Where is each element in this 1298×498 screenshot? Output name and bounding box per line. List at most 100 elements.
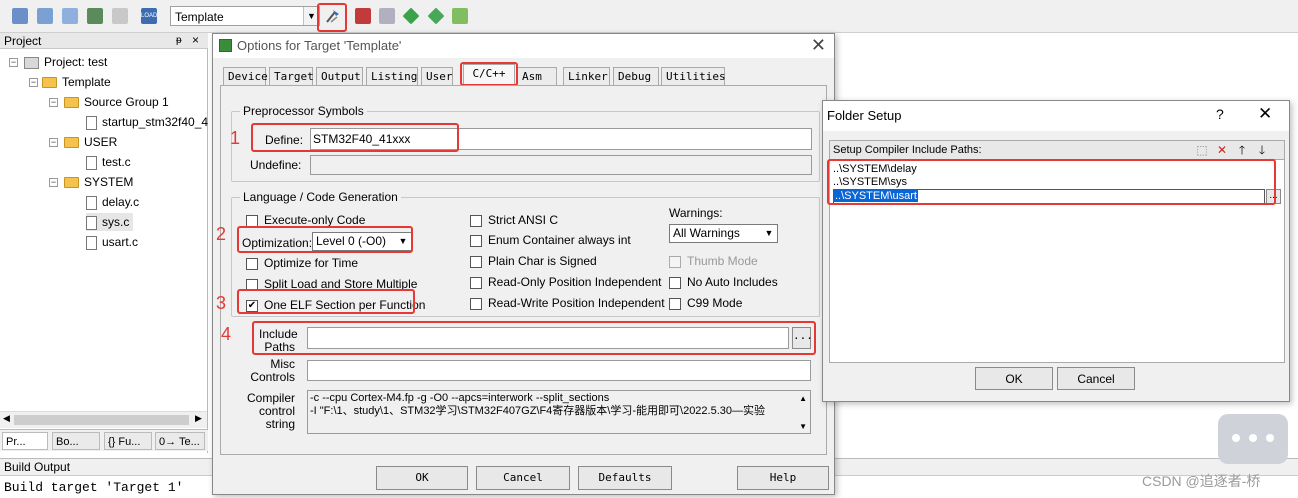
tree-label: Project: test	[44, 55, 108, 69]
optimization-select[interactable]: Level 0 (-O0) ▼	[312, 232, 412, 251]
optimize-time-checkbox[interactable]	[246, 258, 258, 270]
manage-components-icon[interactable]	[355, 8, 371, 24]
move-up-icon[interactable]: 🡑	[1234, 143, 1250, 158]
download-icon[interactable]: LOAD	[141, 8, 157, 24]
rebuild-icon[interactable]	[62, 8, 78, 24]
compiler-control-string: -c --cpu Cortex-M4.fp -g -O0 --apcs=inte…	[307, 390, 811, 434]
tree-group-user[interactable]: USER	[64, 133, 117, 151]
horizontal-scrollbar[interactable]: ◀ ▶	[0, 411, 207, 428]
preprocessor-group: Preprocessor Symbols Define: STM32F40_41…	[231, 104, 820, 182]
scrollbar-thumb[interactable]	[14, 415, 189, 425]
move-down-icon[interactable]: 🡓	[1254, 143, 1270, 158]
tab-target[interactable]: Target	[269, 67, 314, 85]
tab-functions[interactable]: {} Fu...	[104, 432, 152, 450]
run-time-environment-icon[interactable]	[452, 8, 468, 24]
app-icon	[219, 39, 232, 52]
compiler-string-line: -I "F:\1、study\1、STM32学习\STM32F407GZ\F4寄…	[310, 405, 766, 417]
help-icon[interactable]: ?	[1216, 106, 1224, 122]
help-button[interactable]: Help	[737, 466, 829, 490]
include-paths-browse-button[interactable]: ...	[792, 327, 813, 349]
include-path-edit[interactable]: ..\SYSTEM\usart	[833, 189, 1265, 204]
expander-icon[interactable]: −	[49, 98, 58, 107]
tree-file-delay[interactable]: delay.c	[86, 193, 139, 211]
tab-output[interactable]: Output	[316, 67, 363, 85]
tab-project[interactable]: Pr...	[2, 432, 48, 450]
tree-file-usart[interactable]: usart.c	[86, 233, 138, 251]
split-load-checkbox[interactable]	[246, 279, 258, 291]
close-icon[interactable]: ×	[192, 32, 199, 48]
options-for-target-button[interactable]	[325, 8, 341, 24]
new-folder-icon[interactable]: ⬚	[1194, 143, 1210, 158]
no-auto-includes-label: No Auto Includes	[687, 275, 778, 289]
tab-debug[interactable]: Debug	[613, 67, 659, 85]
tree-file-startup[interactable]: startup_stm32f40_4	[86, 113, 208, 131]
tree-group-system[interactable]: SYSTEM	[64, 173, 133, 191]
pack-installer-icon[interactable]	[402, 7, 420, 25]
delete-icon[interactable]: ✕	[1214, 143, 1230, 158]
build-output-text: Build target 'Target 1'	[4, 480, 184, 495]
scroll-right-icon[interactable]: ▶	[195, 413, 202, 424]
pin-icon[interactable]: ᵽ	[176, 33, 182, 49]
batch-build-icon[interactable]	[87, 8, 103, 24]
strict-ansi-checkbox[interactable]	[470, 215, 482, 227]
target-select[interactable]: Template ▼	[170, 6, 320, 26]
defaults-button[interactable]: Defaults	[578, 466, 672, 490]
tree-file-sys[interactable]: sys.c	[86, 213, 134, 231]
tab-device[interactable]: Device	[223, 67, 268, 85]
tab-listing[interactable]: Listing	[366, 67, 418, 85]
tab-c-cpp[interactable]: C/C++	[463, 64, 515, 86]
folder-ok-button[interactable]: OK	[975, 367, 1053, 390]
tree-group-source[interactable]: Source Group 1	[64, 93, 169, 111]
tab-label: Linker	[568, 70, 608, 83]
c99-mode-checkbox[interactable]	[669, 298, 681, 310]
stop-build-icon[interactable]	[112, 8, 128, 24]
target-select-value: Template	[175, 10, 224, 24]
expander-icon[interactable]: −	[49, 138, 58, 147]
ro-pi-checkbox[interactable]	[470, 277, 482, 289]
scroll-up-icon[interactable]: ▲	[799, 392, 807, 405]
scroll-down-icon[interactable]: ▼	[799, 420, 807, 433]
strict-ansi-label: Strict ANSI C	[488, 213, 559, 227]
path-browse-button[interactable]: ...	[1266, 189, 1281, 204]
file-icon	[86, 115, 97, 130]
tab-linker[interactable]: Linker	[563, 67, 610, 85]
tab-templates[interactable]: 0→ Te...	[155, 432, 205, 450]
tree-file-test[interactable]: test.c	[86, 153, 131, 171]
misc-controls-input[interactable]	[307, 360, 811, 381]
select-pack-icon[interactable]	[427, 7, 445, 25]
tab-utilities[interactable]: Utilities	[661, 67, 726, 85]
enum-container-label: Enum Container always int	[488, 233, 631, 247]
expander-icon[interactable]: −	[29, 78, 38, 87]
file-extensions-icon[interactable]	[379, 8, 395, 24]
execute-only-label: Execute-only Code	[264, 213, 366, 227]
include-paths-input[interactable]	[307, 327, 789, 349]
scroll-left-icon[interactable]: ◀	[3, 413, 10, 424]
close-icon[interactable]: ✕	[1258, 104, 1272, 124]
plain-char-checkbox[interactable]	[470, 256, 482, 268]
define-input[interactable]: STM32F40_41xxx	[310, 128, 812, 150]
tab-asm[interactable]: Asm	[517, 67, 557, 85]
rw-pi-checkbox[interactable]	[470, 298, 482, 310]
enum-container-checkbox[interactable]	[470, 235, 482, 247]
split-load-label: Split Load and Store Multiple	[264, 277, 418, 291]
ok-button[interactable]: OK	[376, 466, 468, 490]
include-path-item[interactable]: ..\SYSTEM\delay	[833, 163, 917, 175]
warnings-select[interactable]: All Warnings ▼	[669, 224, 778, 243]
expander-icon[interactable]: −	[49, 178, 58, 187]
tree-target[interactable]: Template	[42, 73, 111, 91]
cancel-button[interactable]: Cancel	[476, 466, 570, 490]
translate-icon[interactable]	[12, 8, 28, 24]
execute-only-checkbox[interactable]	[246, 215, 258, 227]
include-path-item[interactable]: ..\SYSTEM\sys	[833, 176, 907, 188]
expander-icon[interactable]: −	[9, 58, 18, 67]
folder-cancel-button[interactable]: Cancel	[1057, 367, 1135, 390]
no-auto-includes-checkbox[interactable]	[669, 277, 681, 289]
define-label: Define:	[265, 133, 304, 147]
tree-project-root[interactable]: Project: test	[24, 53, 107, 71]
one-elf-checkbox[interactable]: ✔	[246, 300, 258, 312]
tab-books[interactable]: Bo...	[52, 432, 100, 450]
close-icon[interactable]: ✕	[811, 35, 826, 56]
tab-user[interactable]: User	[421, 67, 453, 85]
build-icon[interactable]	[37, 8, 53, 24]
folder-list-title: Setup Compiler Include Paths:	[833, 144, 982, 156]
